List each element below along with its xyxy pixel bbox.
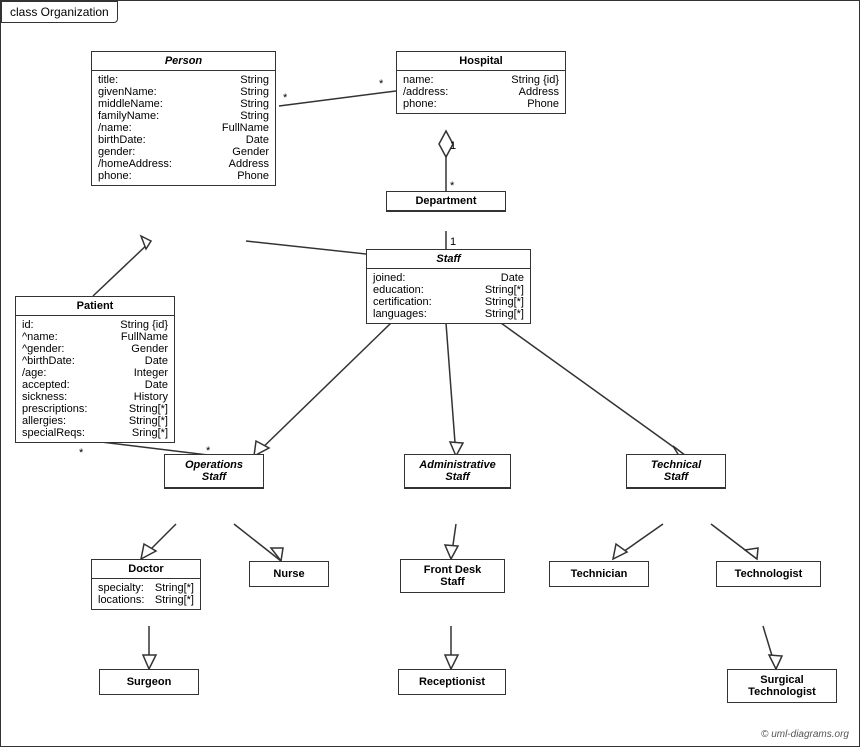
svg-text:*: *	[79, 447, 84, 459]
class-person-header: Person	[92, 52, 275, 71]
class-surgical-technologist: SurgicalTechnologist	[727, 669, 837, 703]
copyright-text: © uml-diagrams.org	[761, 729, 849, 740]
class-patient: Patient id:String {id} ^name:FullName ^g…	[15, 296, 175, 443]
class-nurse: Nurse	[249, 561, 329, 587]
diagram-title: class Organization	[1, 1, 118, 23]
svg-text:1: 1	[450, 140, 456, 152]
class-receptionist: Receptionist	[398, 669, 506, 695]
class-patient-header: Patient	[16, 297, 174, 316]
class-staff-header: Staff	[367, 250, 530, 269]
class-surgeon: Surgeon	[99, 669, 199, 695]
class-staff-body: joined:Date education:String[*] certific…	[367, 269, 530, 323]
svg-text:1: 1	[450, 236, 456, 248]
class-person-body: title:String givenName:String middleName…	[92, 71, 275, 185]
svg-text:*: *	[283, 92, 288, 104]
class-admin-header: AdministrativeStaff	[405, 455, 510, 488]
class-hospital: Hospital name:String {id} /address:Addre…	[396, 51, 566, 114]
svg-text:*: *	[379, 78, 384, 90]
class-department-header: Department	[387, 192, 505, 211]
class-doctor-body: specialty:String[*] locations:String[*]	[92, 579, 200, 609]
class-operations-staff: OperationsStaff	[164, 454, 264, 489]
class-front-desk: Front DeskStaff	[400, 559, 505, 593]
class-doctor-header: Doctor	[92, 560, 200, 579]
class-staff: Staff joined:Date education:String[*] ce…	[366, 249, 531, 324]
class-doctor: Doctor specialty:String[*] locations:Str…	[91, 559, 201, 610]
class-department: Department	[386, 191, 506, 212]
class-patient-body: id:String {id} ^name:FullName ^gender:Ge…	[16, 316, 174, 442]
class-hospital-header: Hospital	[397, 52, 565, 71]
class-tech-header: TechnicalStaff	[627, 455, 725, 488]
class-technical-staff: TechnicalStaff	[626, 454, 726, 489]
class-person: Person title:String givenName:String mid…	[91, 51, 276, 186]
class-hospital-body: name:String {id} /address:Address phone:…	[397, 71, 565, 113]
class-technologist: Technologist	[716, 561, 821, 587]
diagram-container: class Organization * * 1 * 1 * * *	[0, 0, 860, 747]
class-ops-header: OperationsStaff	[165, 455, 263, 488]
class-technician: Technician	[549, 561, 649, 587]
class-admin-staff: AdministrativeStaff	[404, 454, 511, 489]
